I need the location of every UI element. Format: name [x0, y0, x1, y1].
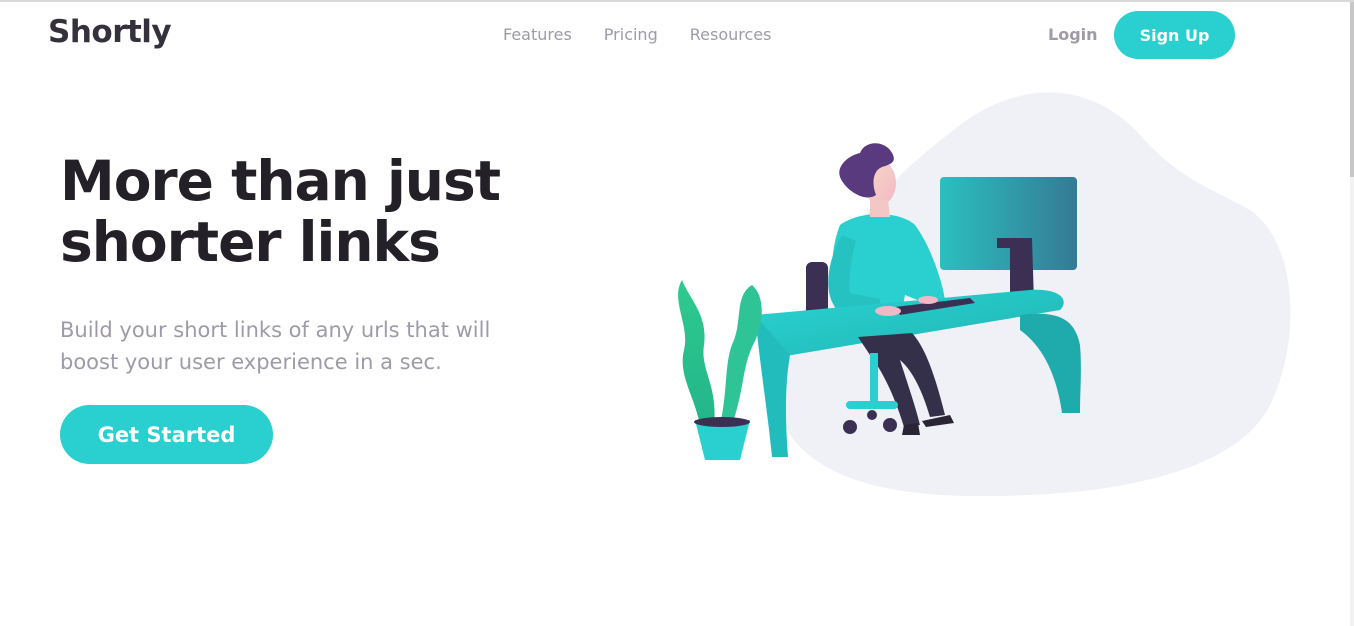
monitor [940, 177, 1077, 270]
hero-title: More than just shorter links [60, 151, 620, 273]
nav-link-resources[interactable]: Resources [690, 25, 772, 44]
person-neck [870, 200, 890, 217]
get-started-button[interactable]: Get Started [60, 405, 273, 464]
nav-link-features[interactable]: Features [503, 25, 572, 44]
plant-pot-rim [694, 417, 750, 427]
main-nav: Features Pricing Resources [503, 25, 771, 44]
site-header: Shortly Features Pricing Resources Login… [0, 2, 1350, 66]
chair-wheel-right [883, 418, 897, 432]
brand-logo[interactable]: Shortly [48, 14, 172, 50]
plant-leaf-left [678, 280, 715, 425]
nav-link-pricing[interactable]: Pricing [604, 25, 658, 44]
chair-base [846, 401, 898, 409]
hero-subtitle: Build your short links of any urls that … [60, 318, 491, 374]
person-hand-right [918, 296, 938, 304]
chair-wheel-mid [867, 410, 877, 420]
scrollbar-thumb[interactable] [1350, 2, 1354, 177]
hero-title-line-2: shorter links [60, 210, 441, 274]
person-hands [875, 306, 901, 316]
hero-title-line-1: More than just [60, 149, 501, 213]
chair-wheel-left [843, 420, 857, 434]
plant-leaf-right [720, 285, 762, 425]
sign-up-button[interactable]: Sign Up [1114, 11, 1235, 59]
working-illustration [678, 92, 1291, 497]
login-link[interactable]: Login [1048, 25, 1098, 44]
chair-post [870, 353, 878, 403]
